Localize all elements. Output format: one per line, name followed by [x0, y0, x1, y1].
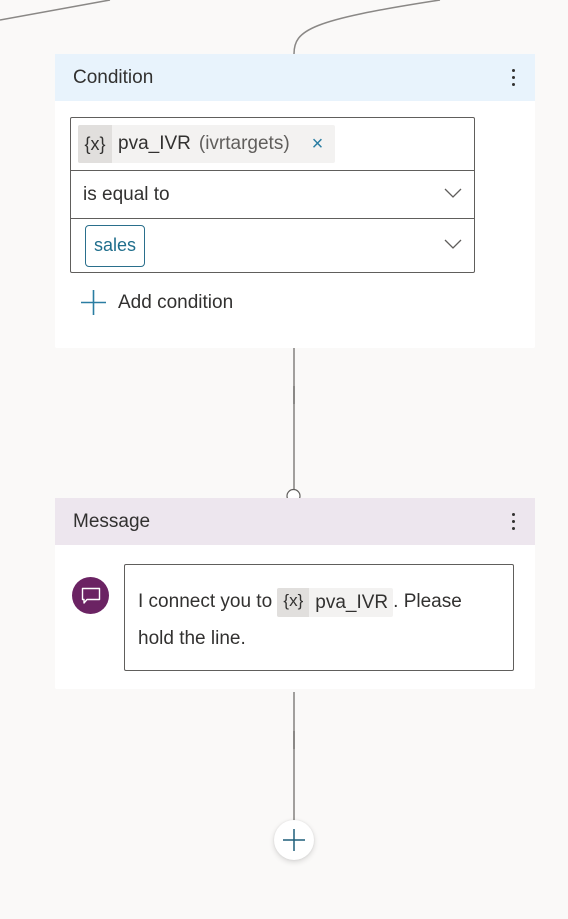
chevron-down-icon[interactable] [444, 188, 462, 198]
plus-icon [81, 290, 106, 315]
message-node-header: Message [55, 498, 535, 545]
condition-variable-field[interactable]: {x} pva_IVR (ivrtargets) × [71, 118, 474, 171]
value-dropdown[interactable]: sales [71, 219, 474, 272]
message-variable-chip[interactable]: {x} pva_IVR [277, 588, 394, 617]
connector-top-curve [293, 0, 441, 55]
variable-icon: {x} [78, 125, 112, 163]
condition-node[interactable]: Condition {x} pva_IVR (ivrtargets) × is … [55, 54, 535, 348]
add-condition-button[interactable]: Add condition [81, 290, 233, 315]
more-vertical-icon[interactable] [505, 511, 521, 533]
chevron-down-icon[interactable] [444, 239, 462, 249]
condition-node-title: Condition [73, 66, 154, 88]
close-icon[interactable]: × [312, 134, 324, 154]
operator-value: is equal to [83, 183, 170, 205]
chat-bubble-icon [72, 577, 109, 614]
condition-node-header: Condition [55, 54, 535, 101]
variable-name: pva_IVR [315, 592, 389, 613]
operator-dropdown[interactable]: is equal to [71, 171, 474, 219]
message-node-title: Message [73, 510, 151, 532]
variable-type: (ivrtargets) [198, 133, 290, 154]
variable-chip[interactable]: {x} pva_IVR (ivrtargets) × [78, 125, 336, 163]
connector-top-left [0, 0, 111, 21]
add-condition-label: Add condition [118, 291, 234, 313]
variable-name: pva_IVR [118, 133, 191, 154]
plus-icon [283, 829, 305, 851]
add-node-button[interactable] [274, 820, 314, 860]
more-vertical-icon[interactable] [505, 67, 521, 89]
variable-icon: {x} [277, 588, 310, 617]
message-node[interactable]: Message I connect you to {x} pva_IVR. Ple… [55, 498, 535, 689]
message-text-before: I connect you to [138, 591, 278, 612]
value-pill: sales [85, 224, 146, 267]
message-text-editor[interactable]: I connect you to {x} pva_IVR. Please hold… [124, 564, 514, 671]
condition-editor: {x} pva_IVR (ivrtargets) × is equal to s… [70, 117, 475, 273]
